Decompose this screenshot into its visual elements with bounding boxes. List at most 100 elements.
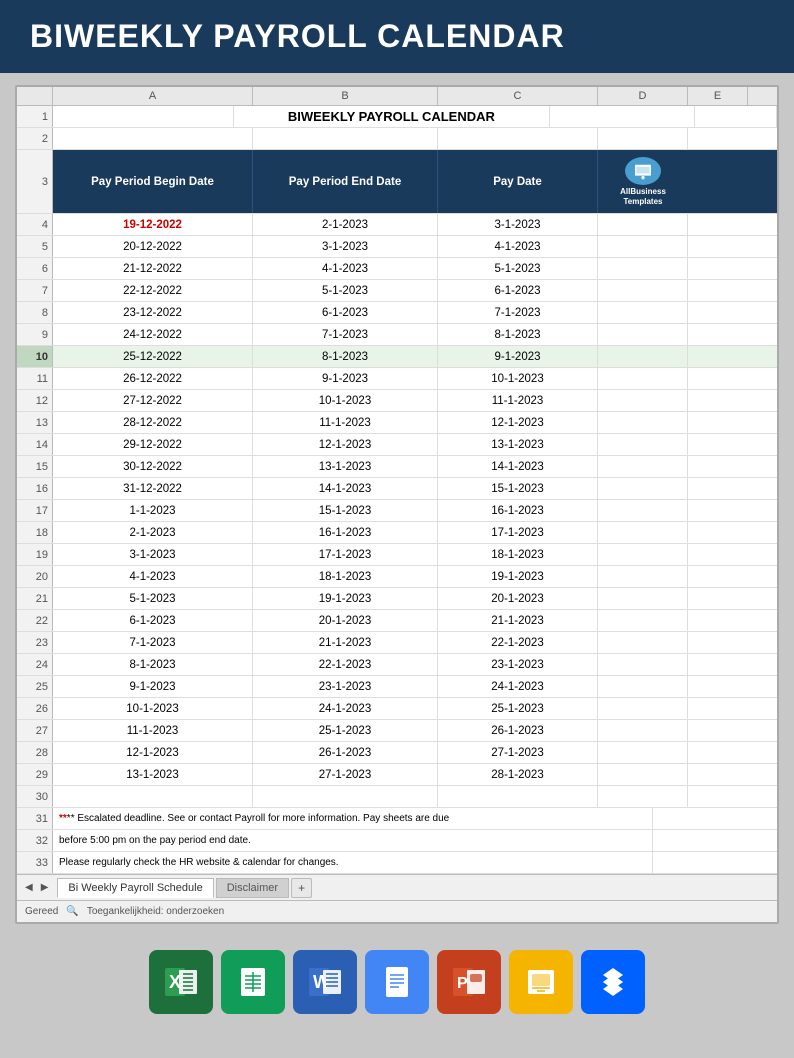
cell-28-b: 26-1-2023 (253, 742, 438, 763)
row-num-11: 11 (17, 368, 53, 389)
cell-12-d (598, 390, 688, 411)
cell-7-a: 22-12-2022 (53, 280, 253, 301)
cell-10-a: 25-12-2022 (53, 346, 253, 367)
title-cell-c (550, 106, 695, 127)
logo-icon (625, 157, 661, 185)
cell-23-d (598, 632, 688, 653)
row-num-3: 3 (17, 150, 53, 213)
row-num-1: 1 (17, 106, 53, 127)
svg-text:P: P (457, 975, 468, 992)
cell-28-d (598, 742, 688, 763)
col-header-a: A (53, 87, 253, 105)
cell-17-a: 1-1-2023 (53, 500, 253, 521)
cell-18-b: 16-1-2023 (253, 522, 438, 543)
cell-2d (598, 128, 688, 149)
spreadsheet-container: A B C D E 1 BIWEEKLY PAYROLL CALENDAR 2 … (15, 85, 779, 924)
table-row: 25 9-1-2023 23-1-2023 24-1-2023 (17, 676, 777, 698)
cell-5-d (598, 236, 688, 257)
cell-19-c: 18-1-2023 (438, 544, 598, 565)
cell-22-c: 21-1-2023 (438, 610, 598, 631)
cell-28-a: 12-1-2023 (53, 742, 253, 763)
cell-11-a: 26-12-2022 (53, 368, 253, 389)
word-icon[interactable]: W (293, 950, 357, 1014)
cell-21-c: 20-1-2023 (438, 588, 598, 609)
cell-22-b: 20-1-2023 (253, 610, 438, 631)
cell-20-c: 19-1-2023 (438, 566, 598, 587)
table-row: 17 1-1-2023 15-1-2023 16-1-2023 (17, 500, 777, 522)
title-cell-d (695, 106, 777, 127)
cell-17-c: 16-1-2023 (438, 500, 598, 521)
cell-29-b: 27-1-2023 (253, 764, 438, 785)
cell-4-b: 2-1-2023 (253, 214, 438, 235)
cell-30a (53, 786, 253, 807)
docs-icon[interactable] (365, 950, 429, 1014)
note-row-31: 31 ** ** Escalated deadline. See or cont… (17, 808, 777, 830)
cell-18-a: 2-1-2023 (53, 522, 253, 543)
cell-19-d (598, 544, 688, 565)
cell-17-d (598, 500, 688, 521)
cell-9-c: 8-1-2023 (438, 324, 598, 345)
cell-11-d (598, 368, 688, 389)
cell-4-a: 19-12-2022 (53, 214, 253, 235)
row-num-32: 32 (17, 830, 53, 851)
tab-add-button[interactable]: + (291, 878, 312, 898)
slides-icon[interactable] (509, 950, 573, 1014)
cell-5-a: 20-12-2022 (53, 236, 253, 257)
row-num-8: 8 (17, 302, 53, 323)
col-header-e: E (688, 87, 748, 105)
cell-2c (438, 128, 598, 149)
table-row: 4 19-12-2022 2-1-2023 3-1-2023 (17, 214, 777, 236)
tab-nav-left[interactable]: ◀ (22, 882, 36, 893)
cell-14-d (598, 434, 688, 455)
table-row: 27 11-1-2023 25-1-2023 26-1-2023 (17, 720, 777, 742)
row-num-31: 31 (17, 808, 53, 829)
cell-27-d (598, 720, 688, 741)
cell-30d (598, 786, 688, 807)
cell-15-d (598, 456, 688, 477)
row-num-29: 29 (17, 764, 53, 785)
cell-23-c: 22-1-2023 (438, 632, 598, 653)
table-row: 10 25-12-2022 8-1-2023 9-1-2023 (17, 346, 777, 368)
cell-28-c: 27-1-2023 (438, 742, 598, 763)
dropbox-icon[interactable] (581, 950, 645, 1014)
cell-20-d (598, 566, 688, 587)
sheets-icon[interactable] (221, 950, 285, 1014)
app-icons-bar: X W (0, 936, 794, 1024)
row-num-12: 12 (17, 390, 53, 411)
cell-29-c: 28-1-2023 (438, 764, 598, 785)
cell-21-a: 5-1-2023 (53, 588, 253, 609)
header-logo-cell: AllBusiness Templates (598, 150, 688, 213)
table-row: 13 28-12-2022 11-1-2023 12-1-2023 (17, 412, 777, 434)
cell-16-d (598, 478, 688, 499)
cell-25-b: 23-1-2023 (253, 676, 438, 697)
tab-nav-right[interactable]: ▶ (38, 882, 52, 893)
excel-icon[interactable]: X (149, 950, 213, 1014)
row-num-27: 27 (17, 720, 53, 741)
row-num-14: 14 (17, 434, 53, 455)
cell-22-a: 6-1-2023 (53, 610, 253, 631)
note-32: before 5:00 pm on the pay period end dat… (53, 830, 653, 851)
tab-disclaimer[interactable]: Disclaimer (216, 878, 289, 898)
table-row: 7 22-12-2022 5-1-2023 6-1-2023 (17, 280, 777, 302)
status-accessibility: Toegankelijkheid: onderzoeken (87, 906, 224, 917)
cell-19-a: 3-1-2023 (53, 544, 253, 565)
cell-24-b: 22-1-2023 (253, 654, 438, 675)
cell-15-b: 13-1-2023 (253, 456, 438, 477)
cell-6-b: 4-1-2023 (253, 258, 438, 279)
cell-22-d (598, 610, 688, 631)
col-header-c: C (438, 87, 598, 105)
row-num-28: 28 (17, 742, 53, 763)
table-row: 21 5-1-2023 19-1-2023 20-1-2023 (17, 588, 777, 610)
cell-11-b: 9-1-2023 (253, 368, 438, 389)
logo-text: AllBusiness Templates (608, 187, 678, 206)
powerpoint-icon[interactable]: P (437, 950, 501, 1014)
cell-9-d (598, 324, 688, 345)
cell-30c (438, 786, 598, 807)
table-row: 16 31-12-2022 14-1-2023 15-1-2023 (17, 478, 777, 500)
cell-26-a: 10-1-2023 (53, 698, 253, 719)
tab-nav: ◀ ▶ (22, 882, 51, 893)
table-row: 5 20-12-2022 3-1-2023 4-1-2023 (17, 236, 777, 258)
cell-8-b: 6-1-2023 (253, 302, 438, 323)
tab-biweekly[interactable]: Bi Weekly Payroll Schedule (57, 878, 213, 898)
row-num-16: 16 (17, 478, 53, 499)
